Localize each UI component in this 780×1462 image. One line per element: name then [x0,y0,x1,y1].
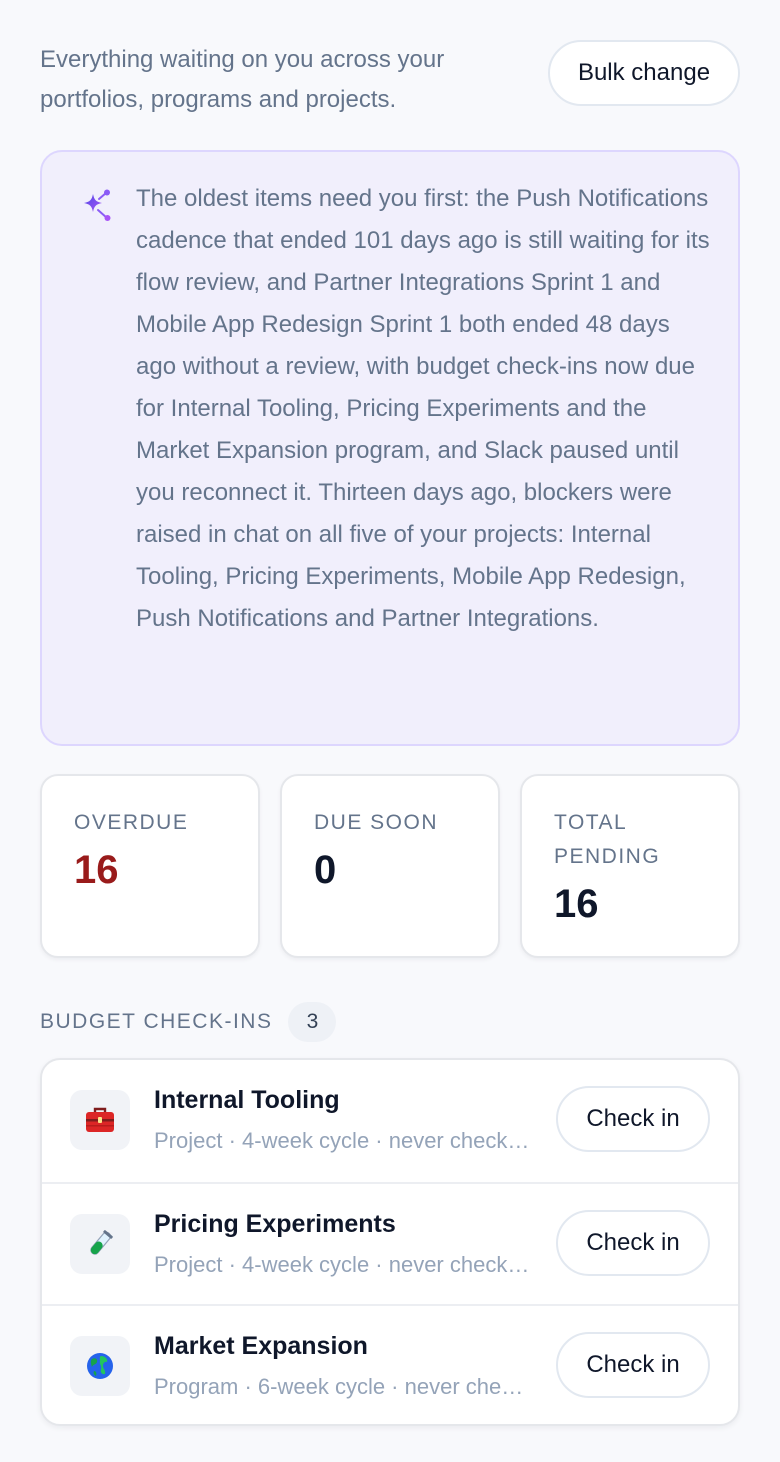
ai-summary-text: The oldest items need you first: the Pus… [136,185,710,632]
stat-card-overdue: OVERDUE 16 [40,774,260,958]
stat-label: DUE SOON [314,811,439,834]
check-in-button[interactable]: Check in [556,1086,710,1152]
list-item: Pricing Experiments Project · 4-week cyc… [42,1182,738,1304]
stat-value: 0 [314,848,337,892]
stat-card-due-soon: DUE SOON 0 [280,774,500,958]
item-name: Internal Tooling [154,1086,340,1114]
list-item: Market Expansion Program · 6-week cycle … [42,1304,738,1424]
count-badge: 3 [288,1002,337,1042]
page-intro: Everything waiting on you across your po… [40,46,445,113]
ai-summary-card: The oldest items need you first: the Pus… [40,150,740,746]
toolbox-icon [70,1090,130,1150]
budget-checkin-list: Internal Tooling Project · 4-week cycle … [40,1058,740,1426]
check-in-button[interactable]: Check in [556,1210,710,1276]
globe-icon [70,1336,130,1396]
stat-value: 16 [554,882,599,926]
stat-label: TOTAL PENDING [554,811,661,868]
stat-label: OVERDUE [74,811,189,834]
item-meta: Project · 4-week cycle · never checked i… [154,1252,534,1277]
section-title: BUDGET CHECK-INS [40,1010,273,1033]
test-tube-icon [70,1214,130,1274]
stats-row: OVERDUE 16 DUE SOON 0 TOTAL PENDING 16 [40,774,740,958]
item-name: Market Expansion [154,1332,368,1360]
bulk-change-button[interactable]: Bulk change [548,40,740,106]
page-header: Everything waiting on you across your po… [40,40,740,113]
approvals-page: Everything waiting on you across your po… [0,0,780,1462]
budget-section-header: BUDGET CHECK-INS 3 [40,1002,337,1042]
list-item: Internal Tooling Project · 4-week cycle … [42,1060,738,1182]
item-meta: Program · 6-week cycle · never checked i… [154,1374,534,1399]
stat-value: 16 [74,848,119,892]
sparkle-icon [84,189,111,221]
item-meta: Project · 4-week cycle · never checked i… [154,1128,534,1153]
stat-card-total-pending: TOTAL PENDING 16 [520,774,740,958]
check-in-button[interactable]: Check in [556,1332,710,1398]
item-name: Pricing Experiments [154,1210,396,1238]
